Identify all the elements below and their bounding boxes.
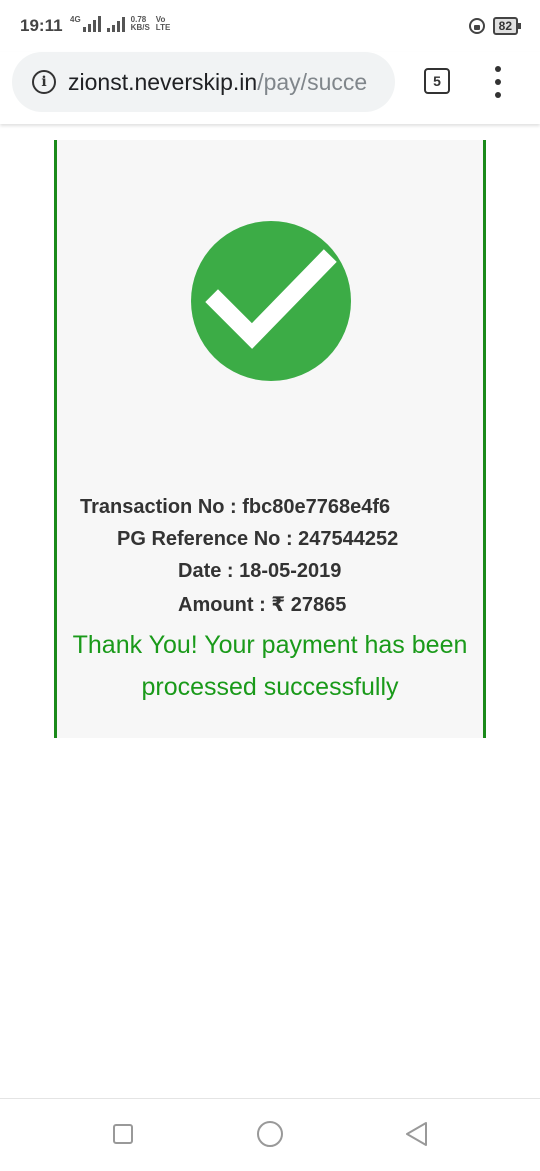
transaction-amount: Amount : ₹ 27865	[178, 594, 347, 616]
more-vert-icon[interactable]	[488, 66, 508, 98]
pg-reference-number: PG Reference No : 247544252	[117, 528, 399, 550]
status-right: 82	[468, 17, 522, 35]
navigation-bar	[0, 1098, 540, 1171]
success-message-line1: Thank You! Your payment has been	[72, 631, 468, 659]
signal-icon-2	[106, 16, 125, 32]
url-path: /pay/succe	[257, 68, 368, 95]
tab-switcher-button[interactable]: 5	[424, 68, 450, 94]
home-circle-icon[interactable]	[257, 1121, 283, 1147]
rotation-lock-icon	[468, 18, 485, 34]
url-host: zionst.neverskip.in	[68, 68, 258, 95]
battery-indicator: 82	[492, 17, 522, 35]
status-bar: 19:11 4G 0.78 KB/S Vo LTE 82	[0, 0, 540, 52]
url-bar[interactable]: i zionst.neverskip.in/pay/succe	[12, 52, 395, 112]
speed-unit: KB/S	[130, 23, 150, 32]
transaction-date: Date : 18-05-2019	[178, 560, 342, 582]
success-message-line2: processed successfully	[141, 673, 399, 701]
success-message: Thank You! Your payment has been process…	[57, 624, 483, 708]
status-time: 19:11	[20, 16, 63, 35]
network-speed: 0.78 KB/S	[131, 16, 150, 32]
back-triangle-icon[interactable]	[404, 1121, 430, 1147]
network-type: 4G	[70, 15, 81, 24]
network-info: 4G 0.78 KB/S Vo LTE	[70, 16, 170, 32]
url-text[interactable]: zionst.neverskip.in/pay/succe	[68, 69, 367, 96]
check-circle-icon	[191, 221, 351, 381]
info-icon[interactable]: i	[32, 70, 56, 94]
volte-bottom: LTE	[155, 23, 171, 32]
signal-icon: 4G	[70, 16, 101, 32]
browser-toolbar: i zionst.neverskip.in/pay/succe 5	[0, 52, 540, 124]
volte-indicator: Vo LTE	[156, 16, 171, 32]
transaction-number: Transaction No : fbc80e7768e4f6	[80, 496, 391, 518]
payment-success-card: Transaction No : fbc80e7768e4f6 PG Refer…	[54, 140, 486, 738]
recents-square-icon[interactable]	[113, 1124, 133, 1144]
